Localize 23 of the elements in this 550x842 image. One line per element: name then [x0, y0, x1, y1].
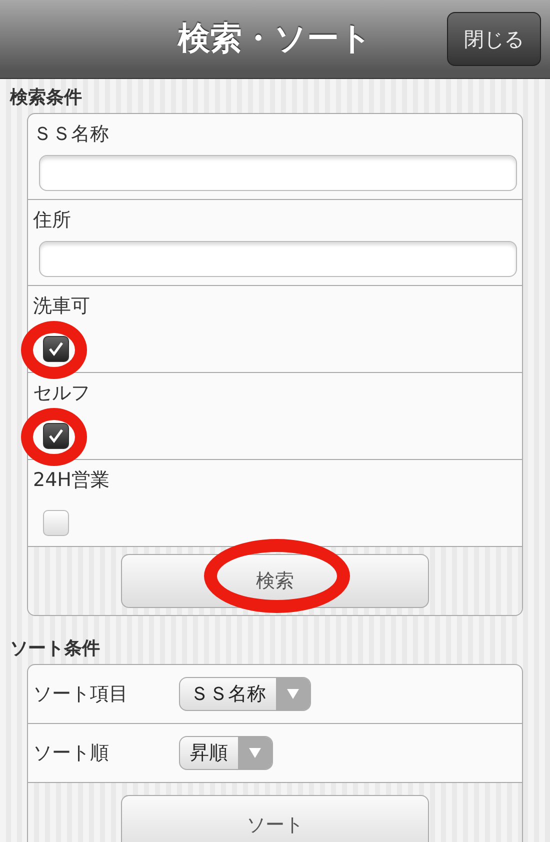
check-icon: [47, 427, 65, 445]
dropdown[interactable]: ＳＳ名称: [179, 677, 311, 711]
close-button[interactable]: 閉じる: [447, 12, 541, 66]
field-label: ＳＳ名称: [33, 122, 109, 146]
field-label: セルフ: [33, 381, 90, 405]
check-icon: [47, 340, 65, 358]
dropdown[interactable]: 昇順: [179, 736, 273, 770]
field-label: 24H営業: [33, 468, 110, 492]
input-field[interactable]: [39, 241, 517, 277]
field-label: ソート順: [33, 741, 110, 766]
checkbox[interactable]: [43, 510, 69, 536]
input-field[interactable]: [39, 155, 517, 191]
field-label: ソート項目: [33, 682, 129, 707]
window-title: 検索・ソート: [178, 18, 372, 59]
dropdown-arrow-icon: [286, 688, 300, 700]
field-label: 洗車可: [33, 294, 90, 318]
section-heading: 検索条件: [8, 86, 83, 110]
section-heading: ソート条件: [9, 637, 101, 661]
dropdown-arrow-icon: [248, 747, 262, 759]
sort-button[interactable]: ソート: [121, 795, 429, 842]
checkbox[interactable]: [43, 423, 69, 449]
checkbox[interactable]: [43, 336, 69, 362]
field-label: 住所: [33, 208, 71, 232]
